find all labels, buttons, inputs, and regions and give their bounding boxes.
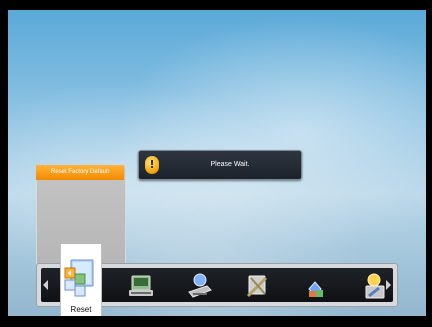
menu-item-reset-selected[interactable]: Reset bbox=[60, 244, 102, 316]
tools-icon bbox=[246, 275, 268, 298]
settings-icon bbox=[365, 273, 385, 299]
dialog-message: Please Wait. bbox=[210, 161, 250, 168]
warning-icon: ! bbox=[145, 156, 159, 174]
menu-item-installation[interactable] bbox=[123, 270, 159, 302]
menu-item-settings[interactable] bbox=[355, 270, 391, 302]
network-icon bbox=[188, 273, 212, 298]
installation-icon bbox=[129, 275, 153, 296]
please-wait-dialog: ! Please Wait. bbox=[138, 150, 302, 180]
games-icon bbox=[308, 281, 323, 297]
menu-item-network[interactable] bbox=[181, 270, 217, 302]
selected-item-label: Reset bbox=[70, 305, 92, 314]
reset-icon bbox=[64, 259, 94, 297]
menu-item-tools[interactable] bbox=[239, 270, 275, 302]
menu-item-games[interactable] bbox=[297, 270, 333, 302]
side-panel-tab[interactable]: Reset Factory Default bbox=[36, 165, 124, 180]
scroll-left-arrow[interactable] bbox=[43, 280, 48, 290]
